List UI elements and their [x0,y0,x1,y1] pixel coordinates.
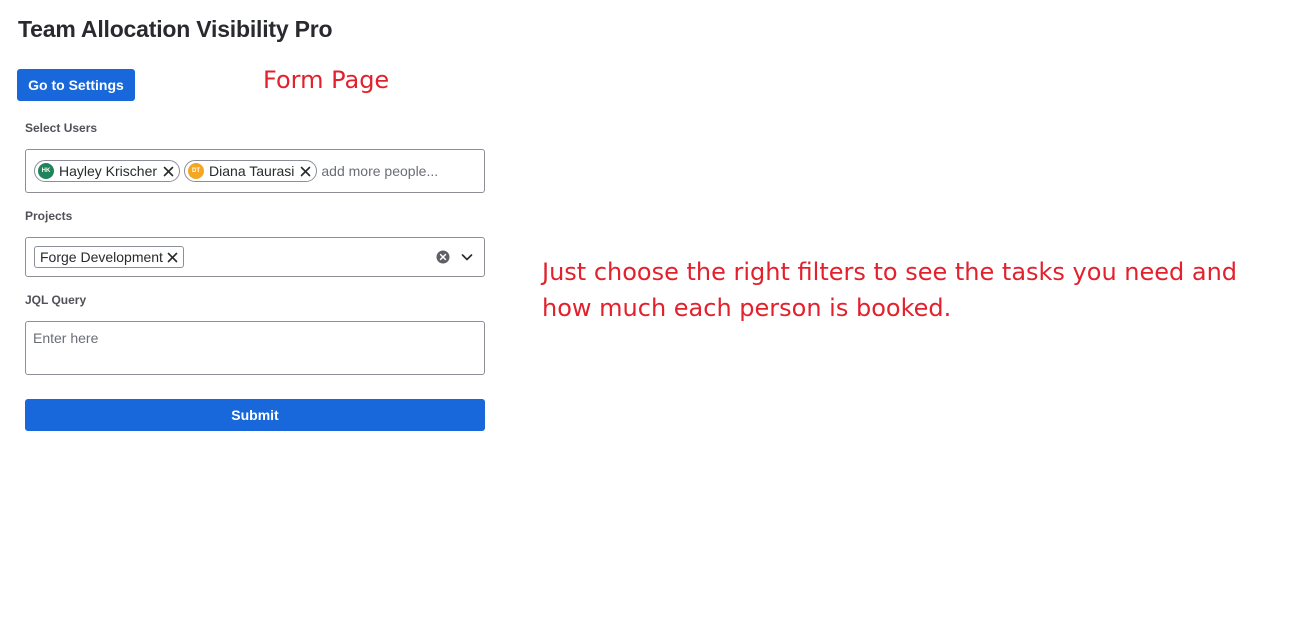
avatar: DT [188,163,205,179]
close-icon[interactable] [161,164,175,178]
avatar: HK [38,163,54,179]
user-chip-hayley: HK Hayley Krischer [34,160,181,182]
go-to-settings-button[interactable]: Go to Settings [17,69,135,101]
projects-select[interactable]: Forge Development [25,237,485,277]
chevron-down-icon[interactable] [460,250,474,264]
user-chip-label: Hayley Krischer [59,163,158,179]
jql-query-input[interactable] [25,321,485,375]
add-people-input[interactable] [321,163,452,179]
project-chip-forge-development: Forge Development [34,246,184,268]
jql-query-label: JQL Query [25,293,87,307]
clear-circle-icon[interactable] [436,250,450,264]
projects-label: Projects [25,209,73,223]
annotation-help-text: Just choose the right filters to see the… [542,258,1238,322]
close-icon[interactable] [166,250,180,264]
user-chip-diana: DT Diana Taurasi [184,160,318,182]
submit-button[interactable]: Submit [25,399,485,431]
select-users-field[interactable]: HK Hayley Krischer DT Diana Taurasi [25,149,485,193]
project-chip-label: Forge Development [40,249,163,265]
close-icon[interactable] [298,164,312,178]
annotation-form-page: Form Page [263,66,390,94]
select-users-label: Select Users [25,121,98,135]
user-chip-label: Diana Taurasi [209,163,295,179]
page-title: Team Allocation Visibility Pro [18,16,333,42]
